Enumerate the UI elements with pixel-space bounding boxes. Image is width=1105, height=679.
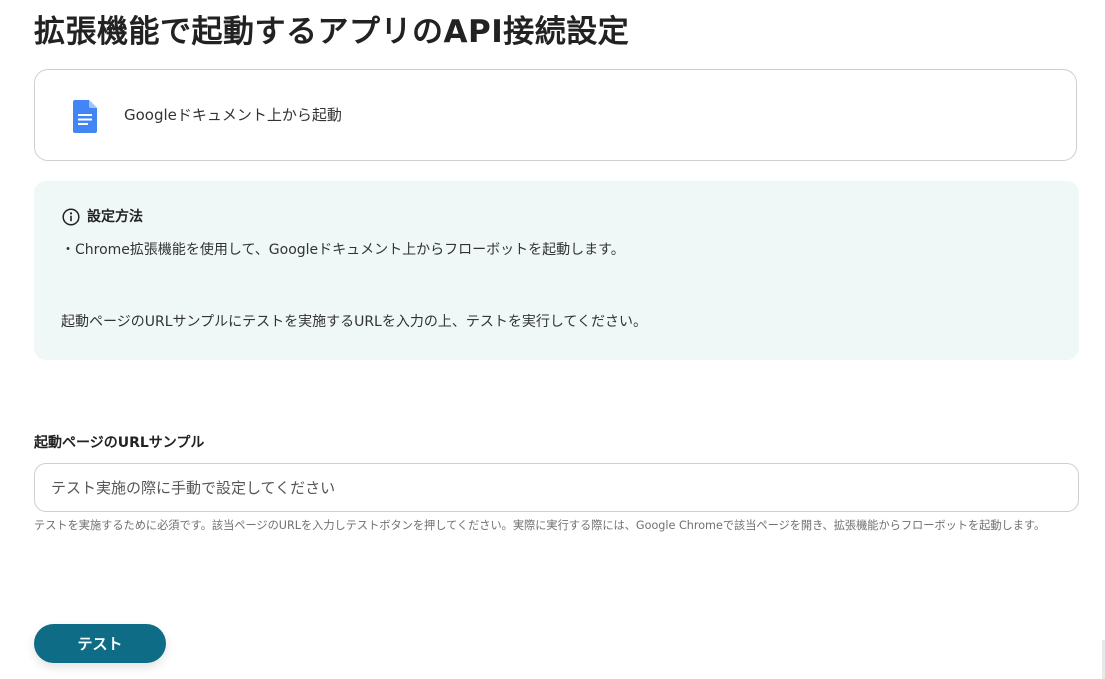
url-sample-label: 起動ページのURLサンプル: [34, 435, 205, 451]
instructions-line-2: 起動ページのURLサンプルにテストを実施するURLを入力の上、テストを実行してく…: [61, 314, 648, 330]
setup-instructions-box: 設定方法 ・Chrome拡張機能を使用して、Googleドキュメント上からフロー…: [34, 181, 1079, 360]
trigger-app-card: Googleドキュメント上から起動: [34, 69, 1077, 161]
test-button[interactable]: テスト: [34, 624, 166, 663]
api-connection-settings-page: 拡張機能で起動するアプリのAPI接続設定 Googleドキュメント上から起動 設…: [0, 0, 1105, 679]
page-title: 拡張機能で起動するアプリのAPI接続設定: [34, 14, 630, 50]
google-docs-icon: [73, 100, 97, 133]
instructions-line-1: ・Chrome拡張機能を使用して、Googleドキュメント上からフローボットを起…: [61, 242, 625, 258]
instructions-heading: 設定方法: [62, 208, 143, 226]
url-sample-help-text: テストを実施するために必須です。該当ページのURLを入力しテストボタンを押してく…: [34, 519, 1046, 532]
url-sample-input[interactable]: [34, 463, 1079, 512]
info-circle-icon: [62, 208, 80, 226]
trigger-app-label: Googleドキュメント上から起動: [124, 106, 342, 124]
instructions-heading-text: 設定方法: [87, 209, 143, 225]
